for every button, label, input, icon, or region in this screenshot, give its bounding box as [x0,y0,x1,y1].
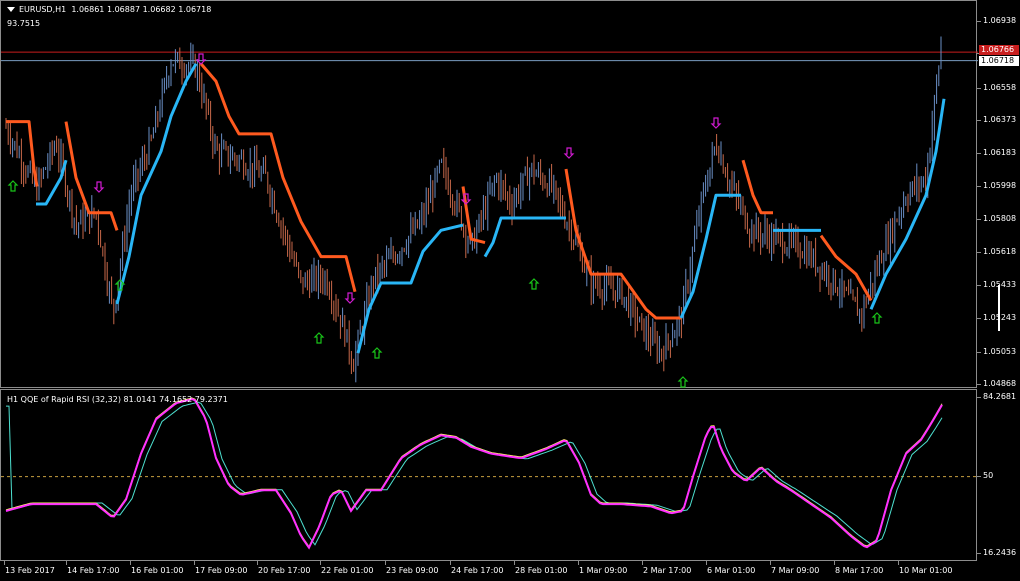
price-tick [977,384,981,385]
price-tick [977,153,981,155]
indicator-axis[interactable]: 84.2681 50 16.2436 [977,389,1020,561]
sell-arrow-icon [344,292,356,304]
trail-up-segment [483,216,566,258]
time-tick [834,561,835,565]
indicator-title: H1 QQE of Rapid RSI (32,32) 81.0141 74.1… [7,395,228,404]
red-line-price-label: 1.06766 [979,45,1019,56]
time-tick [450,561,451,565]
qqe-slow-line [6,401,943,546]
time-tick-label: 8 Mar 17:00 [835,566,884,575]
time-tick [130,561,131,565]
price-tick-label: 1.05053 [983,346,1017,356]
price-tick [977,120,981,122]
sell-arrow-icon [563,147,575,159]
time-tick [514,561,515,565]
time-tick-label: 20 Feb 17:00 [258,566,311,575]
price-tick-label: 1.04868 [983,379,1017,388]
time-tick-label: 13 Feb 2017 [5,566,55,575]
time-tick [66,561,67,565]
time-tick-label: 28 Feb 01:00 [515,566,568,575]
sell-arrow-icon [710,117,722,129]
time-tick [642,561,643,565]
buy-arrow-icon [7,180,19,192]
indicator-tick [977,397,981,398]
time-tick-label: 10 Mar 01:00 [899,566,953,575]
buy-arrow-icon [871,312,883,324]
price-chart-pane[interactable]: EURUSD,H1 1.06861 1.06887 1.06682 1.0671… [0,0,978,388]
symbol-name: EURUSD,H1 [19,5,67,14]
price-bars [5,36,942,383]
time-tick-label: 22 Feb 01:00 [321,566,374,575]
time-tick [320,561,321,565]
price-tick-label: 1.06938 [983,16,1017,25]
price-tick-label: 1.05618 [983,247,1017,257]
price-tick [977,185,981,187]
indicator-tick [977,553,981,554]
time-tick [257,561,258,565]
time-tick-label: 6 Mar 01:00 [707,566,756,575]
time-axis[interactable]: 13 Feb 2017 14 Feb 17:00 16 Feb 01:00 17 Fe… [0,561,977,581]
sell-arrow-icon [195,53,207,65]
trail-down-segment [741,159,773,215]
high-price: 1.06887 [106,5,141,14]
sell-arrow-icon [93,181,105,193]
trail-down-segment [199,62,357,293]
price-tick-label: 1.05998 [983,180,1017,190]
price-tick [977,351,981,353]
time-tick [578,561,579,565]
time-tick [770,561,771,565]
price-tick [977,21,981,22]
indicator-tick-label: 50 [983,470,994,480]
buy-arrow-icon [528,278,540,290]
price-tick-label: 1.06183 [983,148,1017,158]
time-tick-label: 1 Mar 09:00 [579,566,628,575]
buy-arrow-icon [371,347,383,359]
time-tick-label: 16 Feb 01:00 [131,566,184,575]
trail-down-segment [64,121,119,231]
time-tick [194,561,195,565]
price-tick [977,87,981,89]
current-price-label: 1.06718 [979,55,1019,66]
indicator-svg [1,397,978,550]
time-tick-label: 7 Mar 09:00 [771,566,820,575]
indicator-tick-label: 16.2436 [983,548,1017,557]
close-price: 1.06718 [178,5,212,14]
qqe-fast-line [5,397,943,548]
trail-up-segment [679,193,741,319]
indicator-tick-label: 84.2681 [983,392,1017,401]
chart-shift-marker[interactable] [998,285,1000,331]
price-chart-svg [1,36,978,388]
price-tick [977,318,981,320]
open-price: 1.06861 [71,5,105,14]
time-tick-label: 2 Mar 17:00 [643,566,692,575]
indicator-pane[interactable]: H1 QQE of Rapid RSI (32,32) 81.0141 74.1… [0,389,978,561]
price-tick-label: 1.06558 [983,82,1017,92]
trail-down-segment [564,168,681,320]
price-tick [977,284,981,286]
time-tick [385,561,386,565]
header-sub-value: 93.7515 [7,19,41,28]
price-tick-label: 1.06373 [983,115,1017,125]
price-tick [977,219,981,221]
time-tick-label: 17 Feb 09:00 [195,566,248,575]
price-tick-label: 1.05808 [983,214,1017,224]
low-price: 1.06682 [142,5,176,14]
trailing-stop-lines [6,62,946,354]
indicator-tick [977,475,981,477]
time-tick-label: 24 Feb 17:00 [451,566,504,575]
price-tick [977,252,981,254]
time-tick [4,561,5,565]
qqe-rsi-line [5,398,943,550]
buy-arrow-icon [313,332,325,344]
time-tick [706,561,707,565]
buy-arrow-icon [677,376,689,388]
dropdown-triangle-icon[interactable] [7,7,15,12]
time-tick-label: 14 Feb 17:00 [67,566,120,575]
trail-up-segment [115,62,198,305]
time-tick [898,561,899,565]
time-tick-label: 23 Feb 09:00 [386,566,439,575]
symbol-header: EURUSD,H1 1.06861 1.06887 1.06682 1.0671… [7,5,211,14]
